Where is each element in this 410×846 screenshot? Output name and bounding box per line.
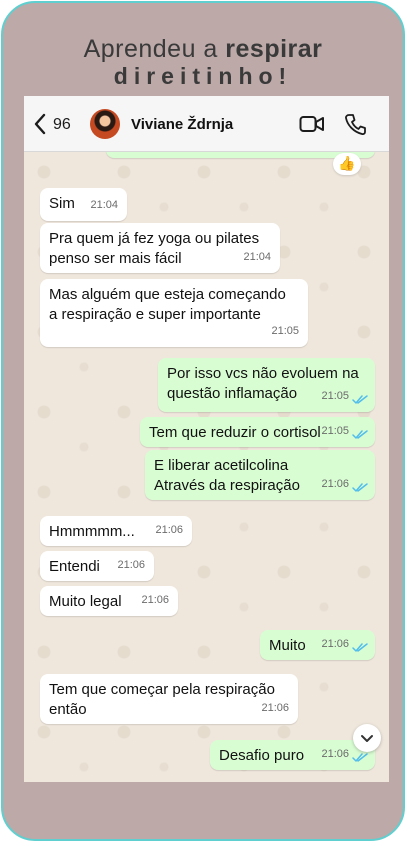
- message-time: 21:05: [321, 390, 349, 402]
- message-text: questão inflamação: [167, 385, 298, 402]
- scroll-to-bottom-button[interactable]: [353, 724, 381, 752]
- video-call-icon[interactable]: [299, 114, 325, 134]
- outgoing-message[interactable]: E liberar acetilcolina Através da respira…: [145, 450, 375, 500]
- message-text: a respiração e super importante: [49, 306, 261, 323]
- headline-regular-text: Aprendeu a: [83, 35, 218, 63]
- message-text: Tem que começar pela respiração: [49, 681, 275, 698]
- message-text: E liberar acetilcolina: [154, 457, 289, 474]
- headline: Aprendeu a respirar direitinho!: [3, 35, 403, 89]
- message-text: Por isso vcs não evoluem na: [167, 365, 359, 382]
- outgoing-message[interactable]: Desafio puro 21:06: [210, 740, 375, 770]
- chat-header: 96 Viviane Ždrnja: [24, 96, 389, 152]
- headline-line-1: Aprendeu a respirar: [3, 35, 403, 63]
- incoming-message[interactable]: Sim 21:04: [40, 188, 127, 221]
- read-receipt-icon: [352, 430, 368, 439]
- incoming-message[interactable]: Hmmmmm... 21:06: [40, 516, 192, 546]
- read-receipt-icon: [352, 483, 368, 492]
- message-time: 21:05: [321, 425, 349, 437]
- incoming-message[interactable]: Entendi 21:06: [40, 551, 154, 581]
- incoming-message[interactable]: Muito legal 21:06: [40, 586, 178, 616]
- chat-screen: Sim 21:04 Pra quem já fez yoga ou pilates p…: [24, 96, 389, 782]
- message-time: 21:06: [155, 524, 183, 536]
- outgoing-message[interactable]: Por isso vcs não evoluem na questão infla…: [158, 358, 375, 412]
- promo-frame: Aprendeu a respirar direitinho! Sim 21:04…: [1, 1, 405, 841]
- message-text: Muito: [269, 637, 306, 654]
- read-receipt-icon: [352, 643, 368, 652]
- headline-bold-text: respirar: [225, 35, 323, 63]
- message-time: 21:06: [321, 748, 349, 760]
- chevron-down-icon: [361, 735, 373, 742]
- message-time: 21:04: [243, 251, 271, 263]
- headline-line-2: direitinho!: [113, 63, 293, 89]
- message-text: Desafio puro: [219, 747, 305, 764]
- incoming-message[interactable]: Pra quem já fez yoga ou pilates penso ser…: [40, 223, 280, 273]
- avatar[interactable]: [90, 109, 120, 139]
- message-text: Muito legal: [49, 593, 122, 610]
- message-text: então: [49, 701, 87, 718]
- outgoing-message[interactable]: Tem que reduzir o cortisol 21:05: [140, 417, 375, 447]
- message-time: 21:06: [117, 559, 145, 571]
- incoming-message[interactable]: Mas alguém que esteja começando a respira…: [40, 279, 308, 347]
- message-time: 21:06: [321, 478, 349, 490]
- message-text: Tem que reduzir o cortisol: [149, 424, 321, 441]
- unread-count[interactable]: 96: [53, 116, 71, 134]
- thumbs-up-emoji: 👍: [338, 155, 356, 171]
- incoming-message[interactable]: Tem que começar pela respiração então 21:0…: [40, 674, 298, 724]
- message-time: 21:06: [261, 702, 289, 714]
- reaction-badge[interactable]: 👍: [333, 153, 361, 175]
- message-text: penso ser mais fácil: [49, 250, 182, 267]
- message-text: Hmmmmm...: [49, 523, 135, 540]
- phone-call-icon[interactable]: [344, 112, 366, 136]
- message-text: Mas alguém que esteja começando: [49, 286, 286, 303]
- message-time: 21:04: [90, 199, 118, 211]
- contact-name[interactable]: Viviane Ždrnja: [131, 116, 233, 133]
- message-text: Pra quem já fez yoga ou pilates: [49, 230, 260, 247]
- message-text: Entendi: [49, 558, 100, 575]
- message-time: 21:06: [141, 594, 169, 606]
- message-time: 21:06: [321, 638, 349, 650]
- message-text: Através da respiração: [154, 477, 300, 494]
- message-time: 21:05: [271, 325, 299, 337]
- back-chevron-icon[interactable]: [32, 112, 48, 136]
- outgoing-message[interactable]: Muito 21:06: [260, 630, 375, 660]
- read-receipt-icon: [352, 753, 368, 762]
- read-receipt-icon: [352, 395, 368, 404]
- message-text: Sim: [49, 195, 75, 212]
